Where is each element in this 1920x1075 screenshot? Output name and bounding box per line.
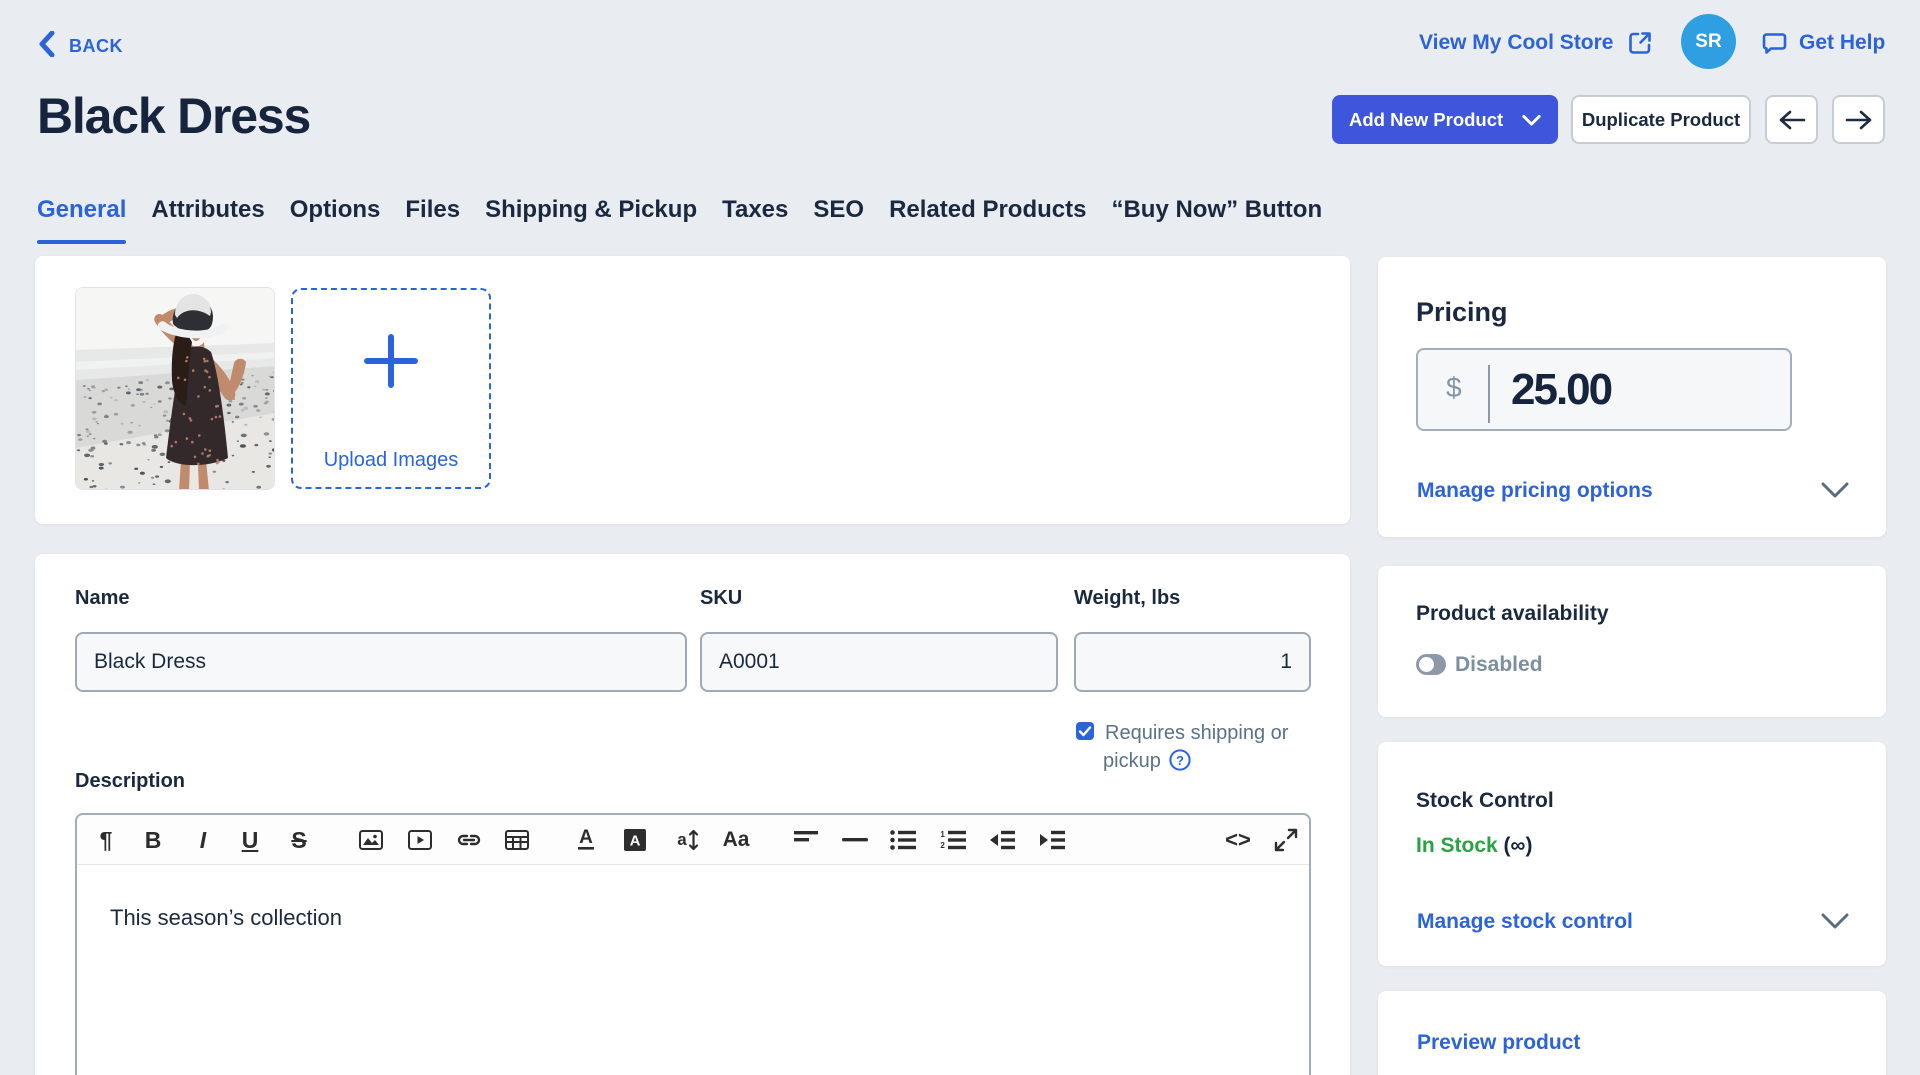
svg-text:?: ? xyxy=(1176,753,1184,768)
svg-text:A: A xyxy=(630,833,641,850)
svg-text:1: 1 xyxy=(940,830,945,839)
svg-text:a: a xyxy=(677,830,687,849)
svg-text:2: 2 xyxy=(940,841,945,850)
svg-text:A: A xyxy=(579,828,593,848)
